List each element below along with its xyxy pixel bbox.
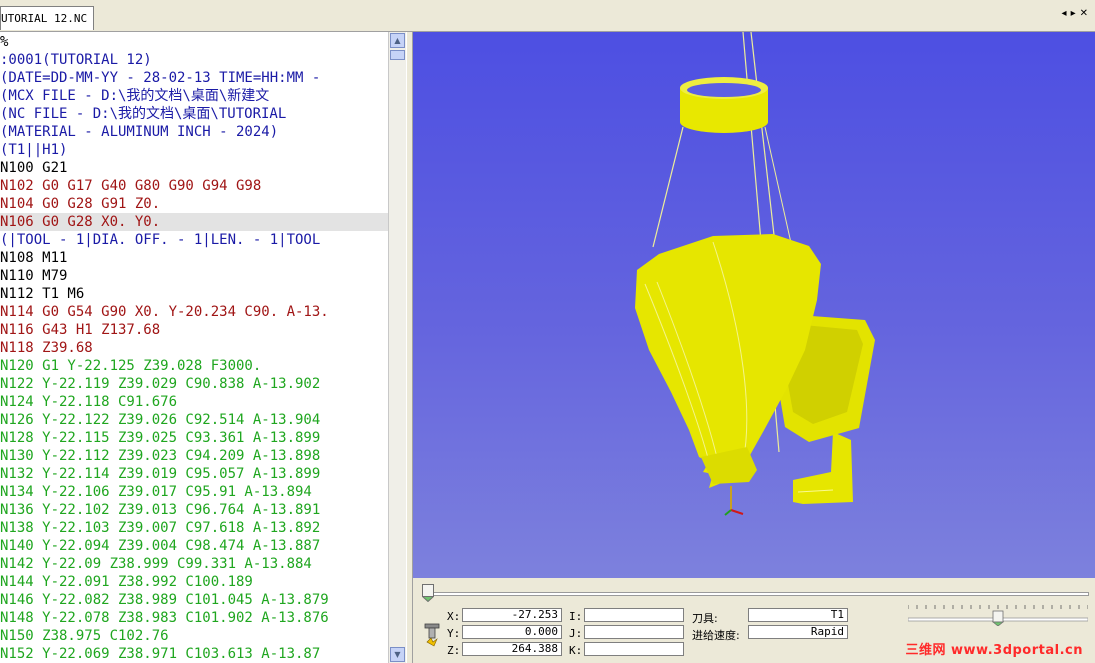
code-line[interactable]: N134 Y-22.106 Z39.017 C95.91 A-13.894 (0, 483, 388, 501)
code-line[interactable]: N128 Y-22.115 Z39.025 C93.361 A-13.899 (0, 429, 388, 447)
code-line[interactable]: N140 Y-22.094 Z39.004 C98.474 A-13.887 (0, 537, 388, 555)
code-line[interactable]: N116 G43 H1 Z137.68 (0, 321, 388, 339)
x-label: X: (447, 610, 461, 623)
code-line[interactable]: N144 Y-22.091 Z38.992 C100.189 (0, 573, 388, 591)
tab-close-icon[interactable]: ✕ (1079, 8, 1091, 19)
code-line[interactable]: N106 G0 G28 X0. Y0. (0, 213, 388, 231)
tab-nc-file[interactable]: UTORIAL 12.NC (0, 6, 95, 30)
code-line[interactable]: (|TOOL - 1|DIA. OFF. - 1|LEN. - 1|TOOL (0, 231, 388, 249)
scroll-thumb[interactable] (390, 50, 405, 60)
simulation-viewport[interactable] (413, 32, 1095, 578)
code-line[interactable]: (DATE=DD-MM-YY - 28-02-13 TIME=HH:MM - (0, 69, 388, 87)
code-line[interactable]: N150 Z38.975 C102.76 (0, 627, 388, 645)
x-value-field: -27.253 (462, 608, 562, 622)
tool-label: 刀具: (692, 612, 718, 625)
code-line[interactable]: N124 Y-22.118 C91.676 (0, 393, 388, 411)
code-line[interactable]: N110 M79 (0, 267, 388, 285)
code-line[interactable]: N122 Y-22.119 Z39.029 C90.838 A-13.902 (0, 375, 388, 393)
code-line[interactable]: (MATERIAL - ALUMINUM INCH - 2024) (0, 123, 388, 141)
tool-value-field: T1 (748, 608, 848, 622)
simulation-panel: X: -27.253 Y: 0.000 Z: 264.388 I: J: K: … (413, 578, 1095, 663)
code-line[interactable]: N138 Y-22.103 Z39.007 C97.618 A-13.892 (0, 519, 388, 537)
code-line[interactable]: % (0, 33, 388, 51)
code-line[interactable]: N108 M11 (0, 249, 388, 267)
i-value-field (584, 608, 684, 622)
code-line[interactable]: N136 Y-22.102 Z39.013 C96.764 A-13.891 (0, 501, 388, 519)
tool-icon (424, 623, 440, 647)
axis-triad (724, 486, 744, 516)
retract-line (652, 126, 684, 248)
k-label: K: (569, 644, 583, 657)
code-line[interactable]: N132 Y-22.114 Z39.019 C95.057 A-13.899 (0, 465, 388, 483)
toolpath-render (635, 32, 875, 516)
z-value-field: 264.388 (462, 642, 562, 656)
pane-splitter[interactable] (406, 32, 413, 663)
y-label: Y: (447, 627, 461, 640)
code-line[interactable]: N114 G0 G54 G90 X0. Y-20.234 C90. A-13. (0, 303, 388, 321)
code-scrollbar[interactable]: ▲ ▼ (388, 32, 406, 663)
i-label: I: (569, 610, 583, 623)
tab-next-icon[interactable]: ▸ (1070, 8, 1079, 19)
nc-code-editor[interactable]: %:0001(TUTORIAL 12) (DATE=DD-MM-YY - 28-0… (0, 32, 388, 663)
progress-slider-handle[interactable] (422, 584, 434, 602)
code-line[interactable]: N148 Y-22.078 Z38.983 C101.902 A-13.876 (0, 609, 388, 627)
scroll-up-icon[interactable]: ▲ (390, 33, 405, 48)
code-line[interactable]: (T1||H1) (0, 141, 388, 159)
feed-label: 进给速度: (692, 629, 740, 642)
code-line[interactable]: :0001(TUTORIAL 12) (0, 51, 388, 69)
toolpath-ring-hole (687, 83, 761, 97)
speed-slider[interactable] (908, 602, 1088, 626)
speed-ticks (908, 605, 1088, 609)
code-line[interactable]: N120 G1 Y-22.125 Z39.028 F3000. (0, 357, 388, 375)
code-line[interactable]: (MCX FILE - D:\我的文档\桌面\新建文 (0, 87, 388, 105)
tab-prev-icon[interactable]: ◂ (1061, 8, 1070, 19)
code-line[interactable]: N142 Y-22.09 Z38.999 C99.331 A-13.884 (0, 555, 388, 573)
code-line[interactable]: N152 Y-22.069 Z38.971 C103.613 A-13.87 (0, 645, 388, 663)
z-label: Z: (447, 644, 461, 657)
j-value-field (584, 625, 684, 639)
code-line[interactable]: N126 Y-22.122 Z39.026 C92.514 A-13.904 (0, 411, 388, 429)
tab-bar: UTORIAL 12.NC ◂ ▸ ✕ (0, 0, 1095, 32)
code-line[interactable]: N146 Y-22.082 Z38.989 C101.045 A-13.879 (0, 591, 388, 609)
toolpath-bracket (793, 432, 853, 504)
code-line[interactable]: N102 G0 G17 G40 G80 G90 G94 G98 (0, 177, 388, 195)
speed-slider-handle (991, 610, 1005, 626)
progress-track[interactable] (429, 592, 1089, 596)
j-label: J: (569, 627, 583, 640)
feed-value-field: Rapid (748, 625, 848, 639)
y-value-field: 0.000 (462, 625, 562, 639)
tab-nav: ◂ ▸ ✕ (1061, 8, 1091, 19)
toolpath-cone (635, 234, 821, 488)
scroll-down-icon[interactable]: ▼ (390, 647, 405, 662)
k-value-field (584, 642, 684, 656)
code-line[interactable]: N118 Z39.68 (0, 339, 388, 357)
code-line[interactable]: N130 Y-22.112 Z39.023 C94.209 A-13.898 (0, 447, 388, 465)
watermark: 三维网 www.3dportal.cn (905, 643, 1083, 658)
code-line[interactable]: N100 G21 (0, 159, 388, 177)
code-line[interactable]: (NC FILE - D:\我的文档\桌面\TUTORIAL (0, 105, 388, 123)
code-line[interactable]: N104 G0 G28 G91 Z0. (0, 195, 388, 213)
code-line[interactable]: N112 T1 M6 (0, 285, 388, 303)
